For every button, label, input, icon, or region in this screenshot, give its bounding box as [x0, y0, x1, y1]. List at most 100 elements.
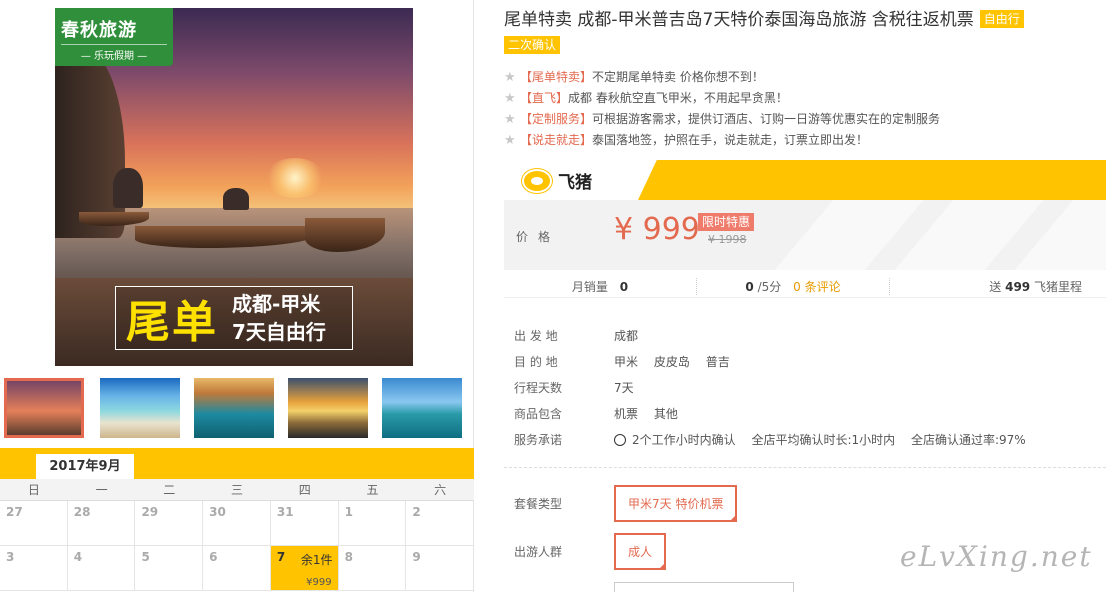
rating-unit: /5分 — [757, 280, 782, 294]
calendar-week-row: 3 4 5 6 7 余1件 ¥999 8 9 — [0, 546, 475, 591]
calendar-day: 29 — [135, 501, 204, 545]
feature-bracket: 【尾单特卖】 — [520, 70, 593, 84]
days-value: 7天 — [614, 380, 634, 395]
info-row-depart: 出 发 地 成都 — [514, 322, 1094, 348]
depart-value: 成都 — [614, 328, 639, 343]
star-icon: ★ — [504, 70, 516, 85]
package-type-label: 套餐类型 — [514, 497, 563, 511]
promise-value: 2个工作小时内确认 — [632, 432, 736, 447]
calendar-day: 3 — [0, 546, 68, 590]
calendar-day-number: 7 — [276, 550, 286, 564]
price-panel-header: 飞猪 — [504, 160, 1106, 200]
details-column: 尾单特卖 成都-甲米普吉岛7天特价泰国海岛旅游 含税往返机票 自由行 二次确认 ★… — [474, 0, 1106, 592]
traveler-group-row: 出游人群 成人 — [514, 533, 667, 570]
depart-label: 出 发 地 — [514, 328, 558, 343]
includes-label: 商品包含 — [514, 406, 563, 421]
section-divider — [504, 467, 1106, 468]
feature-bracket: 【直飞】 — [520, 91, 569, 105]
calendar-day: 6 — [203, 546, 271, 590]
rock-graphic — [223, 188, 249, 210]
calendar-day: 2 — [406, 501, 475, 545]
star-icon: ★ — [504, 133, 516, 148]
product-page: 春秋旅游 — 乐玩假期 — 尾单 成都-甲米 7天自由行 2017年9月 日 一… — [0, 0, 1106, 592]
brand-logo-text: 春秋旅游 — [61, 20, 137, 41]
feature-text: 成都 春秋航空直飞甲米，不用起早贪黑！ — [568, 91, 788, 105]
thumbnail-4[interactable] — [288, 378, 368, 438]
decor-stripe — [894, 200, 1044, 270]
feature-item: ★ 【说走就走】 泰国落地签，护照在手，说走就走，订票立即出发！ — [504, 130, 1094, 151]
review-count-link[interactable]: 0 条评论 — [793, 280, 840, 294]
date-calendar: 2017年9月 日 一 二 三 四 五 六 27 28 29 30 31 1 2 — [0, 448, 475, 592]
info-row-days: 行程天数 7天 — [514, 374, 1094, 400]
promise-label: 服务承诺 — [514, 432, 563, 447]
destination-label: 目 的 地 — [514, 354, 558, 369]
includes-value: 机票 — [614, 406, 639, 421]
weekday-label: 三 — [231, 483, 244, 497]
destination-value: 甲米 — [614, 354, 639, 369]
fliggy-face-icon — [522, 168, 552, 193]
days-label: 行程天数 — [514, 380, 563, 395]
calendar-day-available[interactable]: 7 余1件 ¥999 — [270, 546, 339, 590]
price-label: 价格 — [516, 230, 561, 244]
calendar-day: 1 — [339, 501, 407, 545]
image-overlay-caption: 尾单 成都-甲米 7天自由行 — [115, 286, 353, 350]
calendar-header: 2017年9月 — [0, 448, 474, 479]
destination-values: 甲米 皮皮岛 普吉 — [614, 353, 742, 370]
calendar-day: 27 — [0, 501, 68, 545]
info-row-promise: 服务承诺 2个工作小时内确认 全店平均确认时长:1小时内 全店确认通过率:97% — [514, 426, 1094, 452]
thumbnail-strip — [0, 374, 474, 440]
destination-value: 普吉 — [705, 354, 730, 369]
tag-second-confirm: 二次确认 — [504, 36, 561, 54]
stats-bar: 月销量 0 0 /5分 0 条评论 送 499 飞猪里程 — [504, 276, 1106, 298]
monthly-sales-label: 月销量 — [571, 280, 608, 294]
original-price: ¥ 1998 — [708, 233, 747, 246]
promise-value: 全店确认通过率:97% — [910, 432, 1026, 447]
info-row-destination: 目 的 地 甲米 皮皮岛 普吉 — [514, 348, 1094, 374]
calendar-day: 9 — [406, 546, 475, 590]
thumbnail-1[interactable] — [4, 378, 84, 438]
thumbnail-3[interactable] — [194, 378, 274, 438]
rating-value: 0 — [745, 280, 754, 294]
traveler-group-label: 出游人群 — [514, 545, 563, 559]
package-type-row: 套餐类型 甲米7天 特价机票 — [514, 485, 738, 522]
fliggy-logo: 飞猪 — [522, 168, 592, 193]
product-info: 出 发 地 成都 目 的 地 甲米 皮皮岛 普吉 行程天数 7天 商品包含 机票 — [514, 322, 1094, 452]
next-option-box[interactable] — [614, 582, 794, 592]
brand-logo-subtext: — 乐玩假期 — — [61, 44, 167, 62]
main-product-image[interactable]: 春秋旅游 — 乐玩假期 — 尾单 成都-甲米 7天自由行 — [55, 8, 413, 366]
weekday-label: 二 — [163, 483, 176, 497]
current-price: ¥ 999 — [614, 212, 700, 247]
miles-suffix: 飞猪里程 — [1033, 280, 1082, 294]
feature-bracket: 【说走就走】 — [520, 133, 593, 147]
includes-value: 其他 — [653, 406, 678, 421]
calendar-day: 4 — [68, 546, 136, 590]
promise-values: 2个工作小时内确认 全店平均确认时长:1小时内 全店确认通过率:97% — [614, 431, 1038, 448]
product-title: 尾单特卖 成都-甲米普吉岛7天特价泰国海岛旅游 含税往返机票 — [504, 10, 974, 30]
feature-item: ★ 【直飞】 成都 春秋航空直飞甲米，不用起早贪黑！ — [504, 88, 1094, 109]
promo-badge: 限时特惠 — [698, 213, 755, 231]
gallery-column: 春秋旅游 — 乐玩假期 — 尾单 成都-甲米 7天自由行 2017年9月 日 一… — [0, 0, 475, 592]
feature-text: 可根据游客需求，提供订酒店、订购一日游等优惠实在的定制服务 — [592, 112, 941, 126]
feature-item: ★ 【尾单特卖】 不定期尾单特卖 价格你想不到！ — [504, 67, 1094, 88]
includes-values: 机票 其他 — [614, 405, 690, 422]
weekday-label: 六 — [434, 483, 447, 497]
feature-text: 不定期尾单特卖 价格你想不到！ — [592, 70, 764, 84]
calendar-month-tab[interactable]: 2017年9月 — [36, 454, 134, 479]
rock-graphic — [113, 168, 143, 208]
fliggy-brand-text: 飞猪 — [558, 173, 592, 193]
star-icon: ★ — [504, 91, 516, 106]
star-icon: ★ — [504, 112, 516, 127]
check-circle-icon — [614, 433, 626, 446]
cliff-graphic — [55, 48, 125, 238]
thumbnail-5[interactable] — [382, 378, 462, 438]
overlay-route: 成都-甲米 7天自由行 — [218, 290, 326, 346]
package-option-button[interactable]: 甲米7天 特价机票 — [614, 485, 738, 522]
traveler-adult-button[interactable]: 成人 — [614, 533, 667, 570]
sun-graphic — [265, 158, 325, 198]
thumbnail-2[interactable] — [100, 378, 180, 438]
miles-prefix: 送 — [989, 280, 1002, 294]
promise-value: 全店平均确认时长:1小时内 — [751, 432, 896, 447]
price-row: 价格 ¥ 999 限时特惠 ¥ 1998 — [504, 200, 1106, 270]
calendar-day-price: ¥999 — [306, 577, 332, 588]
weekday-label: 日 — [27, 483, 40, 497]
